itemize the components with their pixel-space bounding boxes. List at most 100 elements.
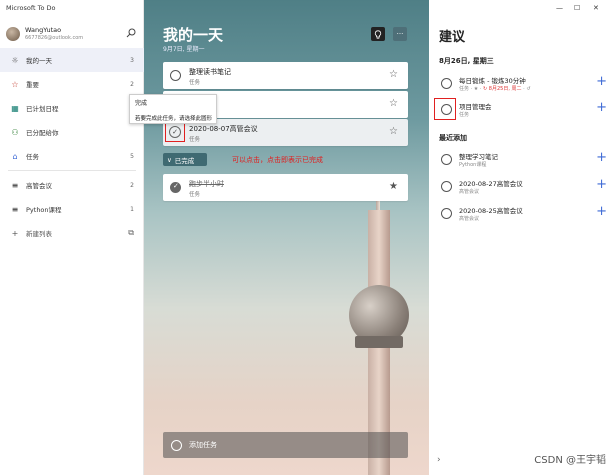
task-item[interactable]: 整理读书笔记 任务 ☆: [163, 62, 408, 89]
chevron-down-icon: ∨: [167, 155, 172, 164]
suggestion-name: 2020-08-25高管会议: [459, 207, 523, 215]
sidebar-item-label: 任务: [26, 153, 39, 161]
add-suggestion-button[interactable]: +: [596, 75, 607, 88]
section-header: 最近添加: [439, 134, 467, 142]
add-task-placeholder: 添加任务: [189, 441, 217, 449]
complete-circle-button[interactable]: [441, 154, 452, 165]
complete-circle-button[interactable]: [441, 78, 452, 89]
star-icon[interactable]: ☆: [389, 98, 398, 109]
user-name: WangYutao: [25, 26, 62, 34]
completed-label: 已完成: [174, 156, 195, 165]
complete-circle-button[interactable]: [170, 70, 181, 81]
add-suggestion-button[interactable]: +: [596, 205, 607, 218]
suggestion-item[interactable]: 每日锻炼 - 锻炼30分钟 任务 · ★ · ↻ 8月25日, 周二 · ↺ +: [439, 72, 607, 98]
suggestion-name: 项目管理会: [459, 103, 492, 111]
add-suggestion-button[interactable]: +: [596, 178, 607, 191]
completed-check-icon[interactable]: [170, 182, 181, 193]
tooltip-title: 完成: [135, 100, 148, 107]
page-title: 我的一天: [163, 26, 224, 44]
sidebar-item-label: 已分配给你: [26, 129, 59, 137]
task-name: 整理读书笔记: [189, 68, 231, 76]
sidebar-item-count: 1: [130, 205, 134, 213]
suggestion-item[interactable]: 项目管理会 任务 +: [439, 98, 607, 124]
suggestion-sub-list: 任务 · ★ ·: [459, 86, 484, 92]
sidebar-item-count: 5: [130, 152, 134, 160]
suggestion-item[interactable]: 2020-08-27高管会议 高管会议 +: [439, 175, 607, 201]
suggestion-name: 整理学习笔记: [459, 153, 498, 161]
star-icon[interactable]: ☆: [389, 126, 398, 137]
sidebar-item-my-day[interactable]: ☼ 我的一天 3: [0, 48, 144, 72]
suggestions-title: 建议: [439, 30, 466, 45]
suggestion-sub: 高管会议: [459, 189, 480, 195]
tooltip-text: 若要完成此任务，请选择此圆形: [135, 116, 213, 122]
plus-icon: +: [11, 228, 19, 238]
more-options-button[interactable]: ···: [393, 27, 407, 41]
user-email: 6677826@outlook.com: [25, 35, 84, 41]
suggestion-name: 2020-08-27高管会议: [459, 180, 523, 188]
sidebar-item-count: 3: [130, 56, 134, 64]
add-circle-icon: [171, 439, 182, 451]
minimize-icon[interactable]: —: [556, 4, 563, 12]
suggestion-item[interactable]: 2020-08-25高管会议 高管会议 +: [439, 202, 607, 228]
suggestion-due-date: ↻ 8月25日, 周二: [483, 86, 522, 92]
sidebar-item-tasks[interactable]: ⌂ 任务 5: [0, 144, 144, 168]
suggestion-sub-icons: · ↺: [521, 86, 531, 92]
sidebar-item-label: 我的一天: [26, 57, 52, 65]
ellipsis-icon: ···: [396, 30, 404, 38]
annotation-highlight: [434, 98, 456, 120]
complete-circle-button[interactable]: [441, 181, 452, 192]
chevron-right-icon[interactable]: ›: [437, 455, 441, 465]
completed-task-item[interactable]: 跑步半小时 任务 ★: [163, 174, 408, 201]
sidebar-item-planned[interactable]: ▦ 已计划日程: [0, 96, 144, 120]
calendar-icon: ▦: [11, 103, 19, 113]
section-header: 8月26日, 星期三: [439, 57, 494, 65]
sidebar-item-important[interactable]: ☆ 重要 2: [0, 72, 144, 96]
add-suggestion-button[interactable]: +: [596, 151, 607, 164]
complete-circle-button[interactable]: [441, 208, 452, 219]
task-name: 2020-08-07高管会议: [189, 125, 258, 133]
sidebar-item-count: 2: [130, 80, 134, 88]
sidebar-item-assigned[interactable]: ⚇ 已分配给你: [0, 120, 144, 144]
sidebar-nav: ☼ 我的一天 3 ☆ 重要 2 ▦ 已计划日程 ⚇ 已分配给你 ⌂ 任务 5 ≡…: [0, 48, 144, 245]
new-list-label: 新建列表: [26, 230, 52, 238]
star-icon[interactable]: ☆: [389, 69, 398, 80]
sidebar: Microsoft To Do WangYutao 6677826@outloo…: [0, 0, 144, 475]
close-icon[interactable]: ✕: [593, 4, 599, 12]
suggestion-name: 每日锻炼 - 锻炼30分钟: [459, 77, 526, 85]
sidebar-item-label: 高管会议: [26, 182, 52, 190]
suggestion-item[interactable]: 整理学习笔记 Python课程 +: [439, 148, 607, 174]
suggestion-sub: 高管会议: [459, 216, 480, 222]
search-icon[interactable]: [126, 28, 136, 38]
lightbulb-button[interactable]: [371, 27, 385, 41]
annotation-note: 可以点击，点击即表示已完成: [232, 156, 323, 164]
tower-ring: [355, 336, 403, 348]
tooltip: 完成 若要完成此任务，请选择此圆形: [129, 94, 217, 124]
profile[interactable]: WangYutao 6677826@outlook.com: [6, 25, 138, 45]
list-icon: ≡: [11, 180, 19, 190]
sidebar-item-label: Python课程: [26, 206, 62, 214]
add-suggestion-button[interactable]: +: [596, 101, 607, 114]
new-group-icon[interactable]: ⧉: [128, 228, 134, 238]
new-list-button[interactable]: + 新建列表 ⧉: [0, 221, 144, 245]
suggestions-panel: — ☐ ✕ 建议 8月26日, 星期三 每日锻炼 - 锻炼30分钟 任务 · ★…: [429, 0, 612, 475]
task-sub: 任务: [189, 192, 201, 198]
lightbulb-icon: [374, 29, 382, 39]
sidebar-list-executive-meeting[interactable]: ≡ 高管会议 2: [0, 173, 144, 197]
divider: [8, 170, 136, 171]
completed-toggle[interactable]: ∨ 已完成: [163, 153, 207, 166]
maximize-icon[interactable]: ☐: [574, 4, 580, 12]
task-name: 跑步半小时: [189, 180, 224, 188]
avatar[interactable]: [6, 27, 20, 41]
suggestion-sub: Python课程: [459, 162, 487, 168]
sidebar-list-python-course[interactable]: ≡ Python课程 1: [0, 197, 144, 221]
page-date: 9月7日, 星期一: [163, 46, 205, 53]
suggestion-sub: 任务: [459, 112, 470, 118]
app-title: Microsoft To Do: [6, 4, 56, 12]
main-panel: 我的一天 9月7日, 星期一 ··· 整理读书笔记 任务 ☆ ☆ ✓ 2020-…: [144, 0, 429, 475]
star-icon: ☆: [11, 79, 19, 89]
star-icon[interactable]: ★: [389, 181, 398, 192]
sidebar-item-count: 2: [130, 181, 134, 189]
sidebar-item-label: 重要: [26, 81, 39, 89]
task-sub: 任务: [189, 80, 201, 86]
add-task-input[interactable]: 添加任务: [163, 432, 408, 458]
